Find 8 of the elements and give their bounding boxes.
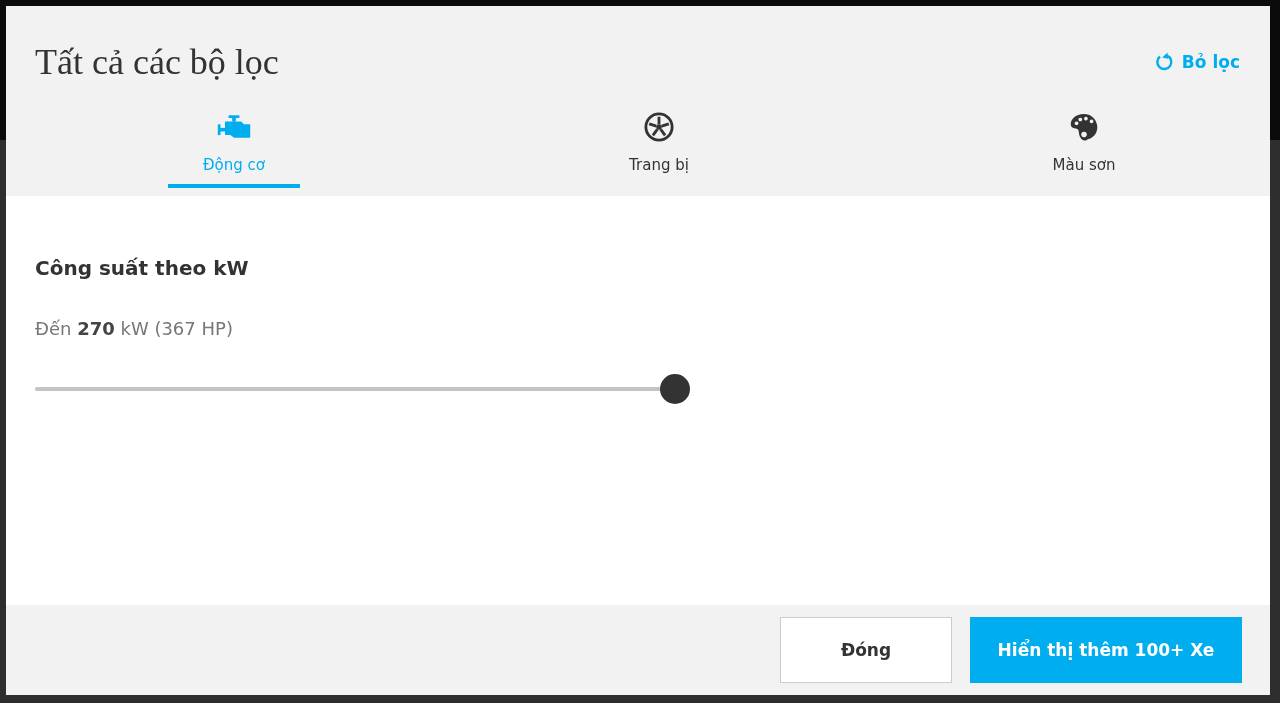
slider-handle[interactable] (660, 374, 690, 404)
close-button[interactable]: Đóng (780, 617, 952, 683)
filter-tab[interactable]: Trang bị (593, 108, 725, 188)
power-reading: Đến 270 kW (367 HP) (35, 318, 234, 339)
dialog-title: Tất cả các bộ lọc (35, 41, 279, 83)
filter-heading: Công suất theo kW (35, 256, 250, 280)
filter-tab[interactable]: Màu sơn (1018, 108, 1150, 188)
reset-icon (1153, 52, 1174, 72)
